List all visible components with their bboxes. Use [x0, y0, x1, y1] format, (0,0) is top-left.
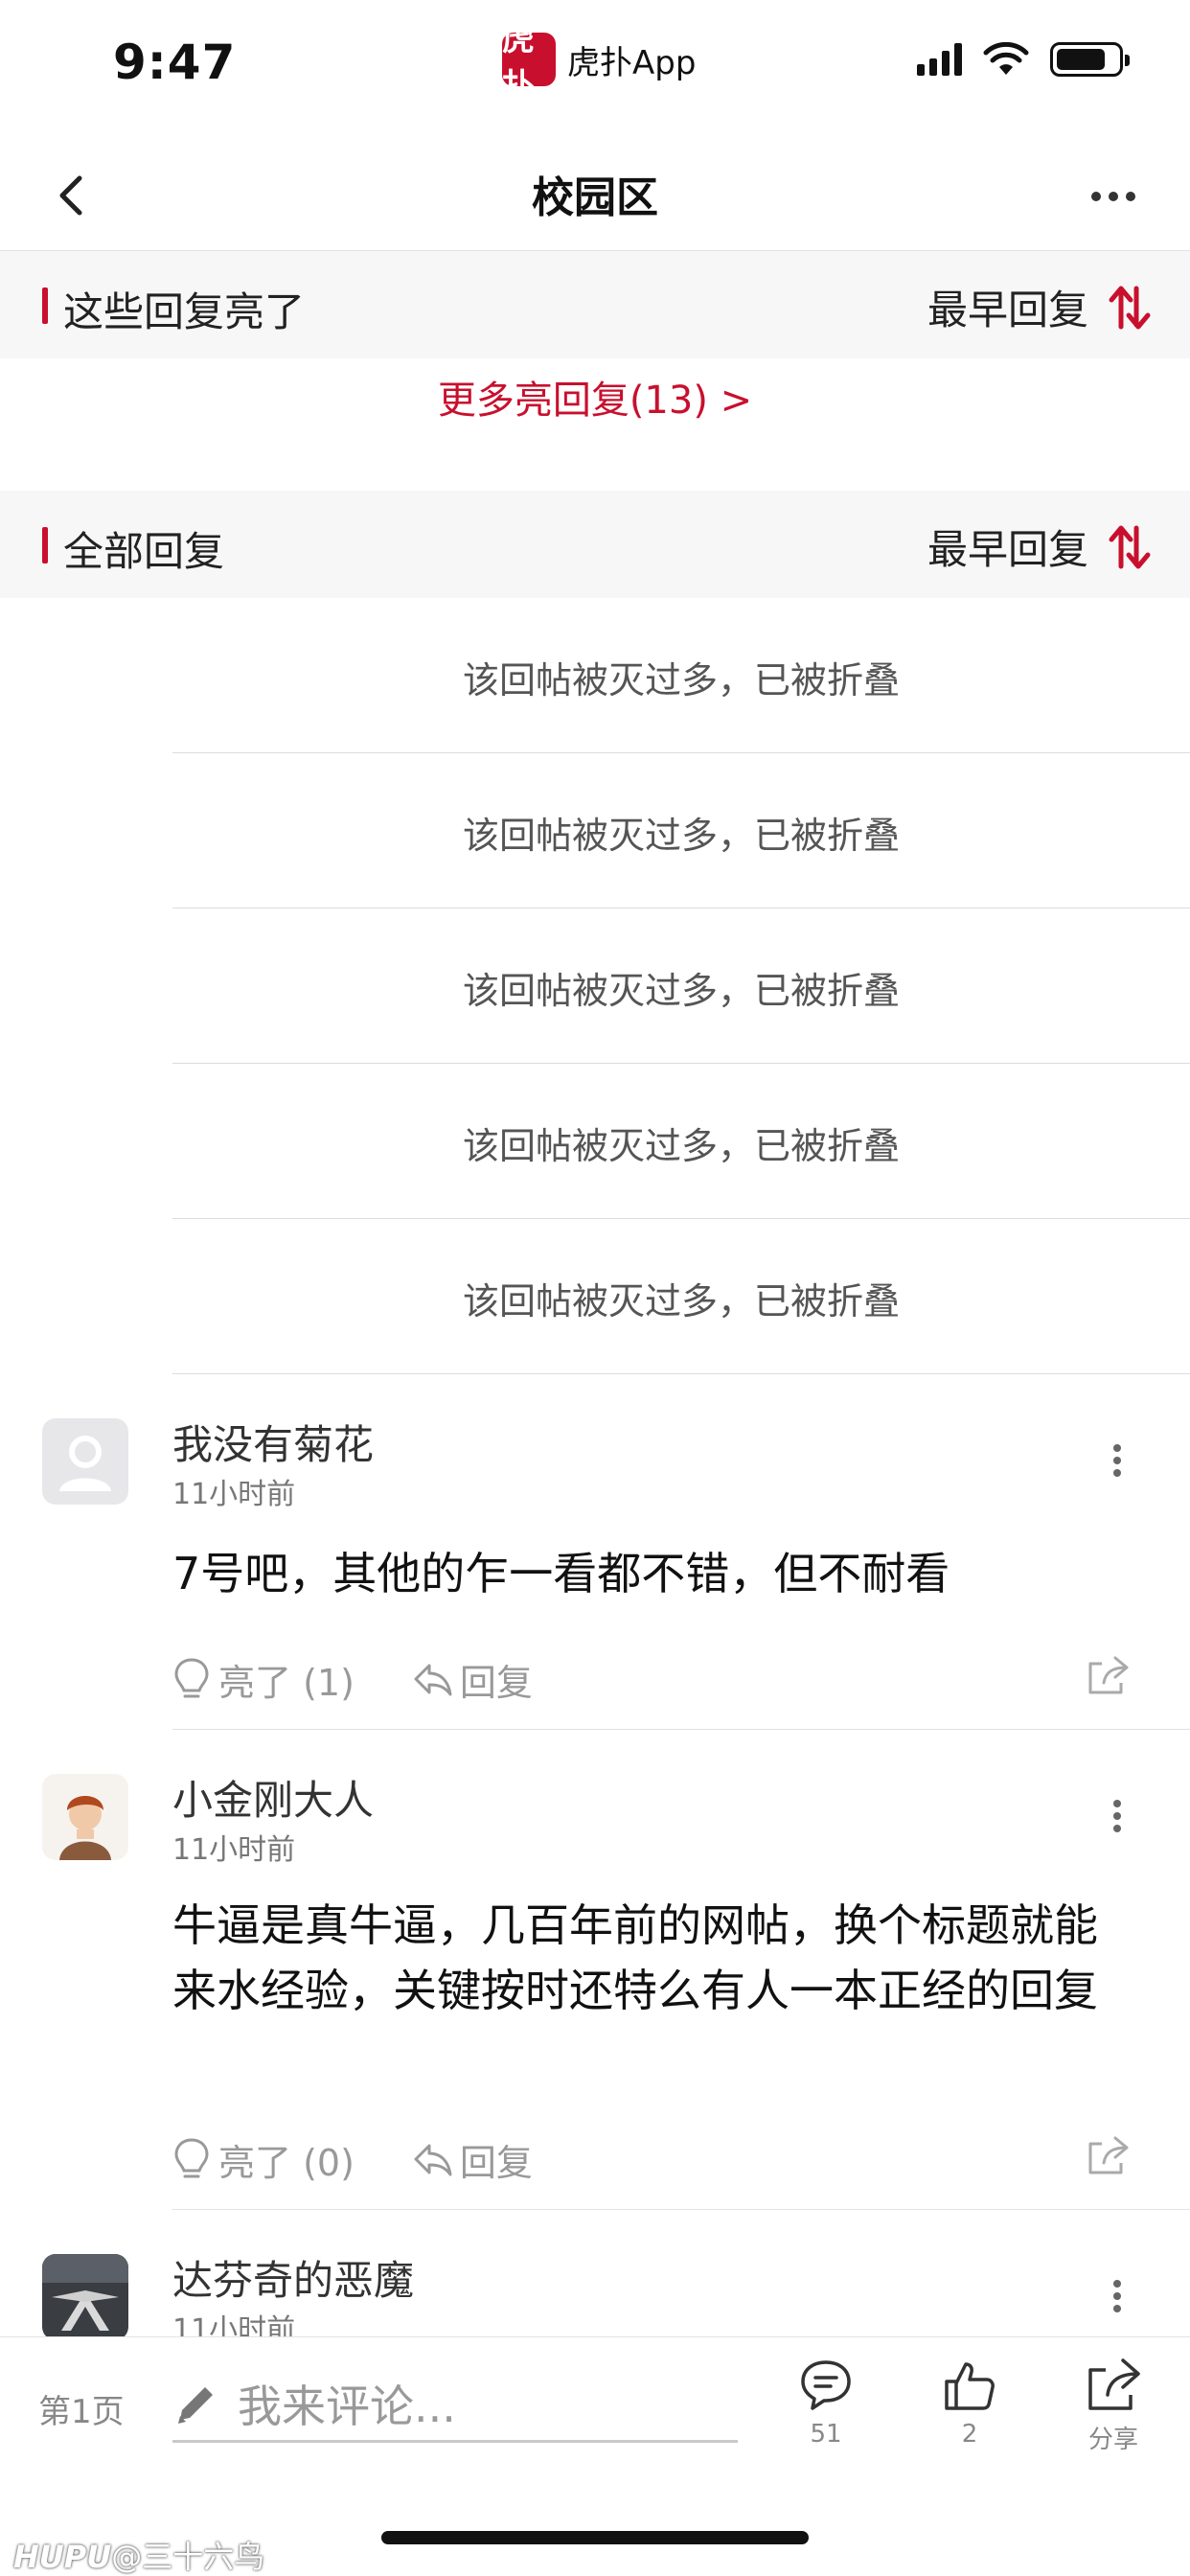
section-marker	[42, 527, 48, 564]
bright-sort-toggle[interactable]: 最早回复	[927, 278, 1152, 336]
folded-reply[interactable]: 该回帖被灭过多，已被折叠	[172, 908, 1190, 1064]
page-indicator[interactable]: 第1页	[38, 2385, 125, 2432]
thumbs-up-icon	[945, 2362, 995, 2410]
reply-arrow-icon	[414, 1664, 452, 1696]
share-button[interactable]: 分享	[1065, 2357, 1161, 2455]
user-avatar-image	[42, 2254, 128, 2336]
battery-level	[1057, 49, 1105, 70]
vertical-ellipsis-icon	[1113, 1444, 1121, 1477]
wifi-icon	[983, 42, 1029, 75]
username[interactable]: 小金刚大人	[172, 1768, 374, 1827]
pencil-icon	[178, 2386, 213, 2424]
comment-more-button[interactable]	[1098, 1787, 1136, 1845]
avatar[interactable]	[42, 1418, 128, 1505]
ellipsis-icon	[1091, 192, 1135, 201]
username[interactable]: 达芬奇的恶魔	[172, 2248, 414, 2307]
comments-button[interactable]: 51	[778, 2357, 874, 2449]
folded-reply-text: 该回帖被灭过多，已被折叠	[462, 815, 900, 857]
reply-label: 回复	[459, 2141, 533, 2184]
status-time: 9:47	[113, 34, 237, 90]
folded-reply[interactable]: 该回帖被灭过多，已被折叠	[172, 598, 1190, 753]
page-title: 校园区	[532, 173, 658, 222]
sort-arrows-icon	[1109, 286, 1151, 329]
comment-input-placeholder: 我来评论...	[238, 2380, 456, 2432]
comment-more-button[interactable]	[1098, 1432, 1136, 1489]
comment-bubble-icon	[801, 2360, 851, 2410]
light-button[interactable]: 亮了 (0)	[172, 2133, 355, 2186]
comment-time: 11小时前	[172, 1833, 296, 1867]
reply-button[interactable]: 回复	[412, 1653, 533, 1706]
folded-reply-text: 该回帖被灭过多，已被折叠	[462, 1280, 900, 1322]
username[interactable]: 我没有菊花	[172, 1413, 374, 1471]
sort-label: 最早回复	[927, 526, 1088, 573]
folded-reply[interactable]: 该回帖被灭过多，已被折叠	[172, 1219, 1190, 1374]
app-name: 虎扑App	[567, 43, 697, 82]
hupu-logo-icon: 虎扑	[502, 20, 556, 105]
comment-time: 11小时前	[172, 2313, 296, 2336]
comment-actions: 亮了 (0) 回复	[172, 2130, 1152, 2188]
comment-count: 51	[810, 2420, 842, 2449]
status-bar: 9:47 虎扑 虎扑App	[0, 0, 1190, 125]
share-icon	[1088, 1656, 1129, 1694]
sort-label: 最早回复	[927, 287, 1088, 334]
watermark-user: @三十六鸟	[111, 2539, 265, 2575]
vertical-ellipsis-icon	[1113, 2280, 1121, 2312]
bright-replies-header: 这些回复亮了 最早回复	[0, 251, 1190, 358]
share-icon	[1088, 2358, 1140, 2410]
folded-reply-text: 该回帖被灭过多，已被折叠	[462, 970, 900, 1012]
home-indicator	[381, 2531, 809, 2544]
lightbulb-icon	[174, 1658, 209, 1698]
light-button[interactable]: 亮了 (1)	[172, 1653, 355, 1706]
cellular-signal-icon	[917, 43, 962, 76]
like-count: 2	[961, 2420, 978, 2449]
reply-button[interactable]: 回复	[412, 2133, 533, 2186]
comment-content: 牛逼是真牛逼，几百年前的网帖，换个标题就能来水经验，关键按时还特么有人一本正经的…	[172, 1899, 1098, 2016]
all-replies-header: 全部回复 最早回复	[0, 491, 1190, 598]
comment-actions: 亮了 (1) 回复	[172, 1650, 1152, 1708]
comment-input[interactable]: 我来评论...	[172, 2366, 738, 2443]
comment-time: 11小时前	[172, 1478, 296, 1511]
watermark-brand: HUPU	[13, 2539, 112, 2575]
comment-item: 小金刚大人 11小时前 牛逼是真牛逼，几百年前的网帖，换个标题就能来水经验，关键…	[0, 1730, 1190, 2209]
share-label: 分享	[1087, 2426, 1138, 2454]
vertical-ellipsis-icon	[1113, 1800, 1121, 1832]
folded-reply[interactable]: 该回帖被灭过多，已被折叠	[172, 1064, 1190, 1219]
folded-reply-text: 该回帖被灭过多，已被折叠	[462, 1125, 900, 1167]
comment-share-button[interactable]	[1087, 2134, 1129, 2180]
sort-arrows-icon	[1109, 525, 1151, 568]
light-count: 亮了 (1)	[218, 1661, 355, 1704]
share-icon	[1088, 2136, 1129, 2174]
light-count: 亮了 (0)	[218, 2141, 355, 2184]
lightbulb-icon	[174, 2138, 209, 2178]
folded-reply[interactable]: 该回帖被灭过多，已被折叠	[172, 753, 1190, 908]
comment-item: 我没有菊花 11小时前 7号吧，其他的乍一看都不错，但不耐看 亮了 (1) 回复	[0, 1374, 1190, 1729]
status-icons	[917, 42, 1130, 77]
avatar[interactable]	[42, 2254, 128, 2336]
like-button[interactable]: 2	[922, 2357, 1018, 2449]
default-user-icon	[59, 1436, 111, 1491]
battery-icon	[1050, 42, 1130, 77]
comment-share-button[interactable]	[1087, 1654, 1129, 1700]
all-replies-title: 全部回复	[63, 528, 225, 575]
comment-content: 7号吧，其他的乍一看都不错，但不耐看	[172, 1548, 950, 1599]
watermark: HUPU@三十六鸟	[13, 2533, 264, 2576]
avatar[interactable]	[42, 1774, 128, 1860]
section-marker	[42, 288, 48, 324]
folded-reply-text: 该回帖被灭过多，已被折叠	[462, 659, 900, 702]
more-bright-replies-link[interactable]: 更多亮回复(13) >	[0, 369, 1190, 425]
more-options-button[interactable]	[1085, 172, 1142, 220]
reply-arrow-icon	[414, 2144, 452, 2176]
comment-more-button[interactable]	[1098, 2267, 1136, 2325]
bright-replies-title: 这些回复亮了	[63, 288, 306, 335]
user-avatar-image	[42, 1774, 128, 1860]
app-brand: 虎扑 虎扑App	[502, 20, 697, 105]
reply-label: 回复	[459, 1661, 533, 1704]
comment-item: 达芬奇的恶魔 11小时前	[0, 2210, 1190, 2336]
nav-bar: 校园区	[0, 144, 1190, 251]
all-sort-toggle[interactable]: 最早回复	[927, 518, 1152, 576]
